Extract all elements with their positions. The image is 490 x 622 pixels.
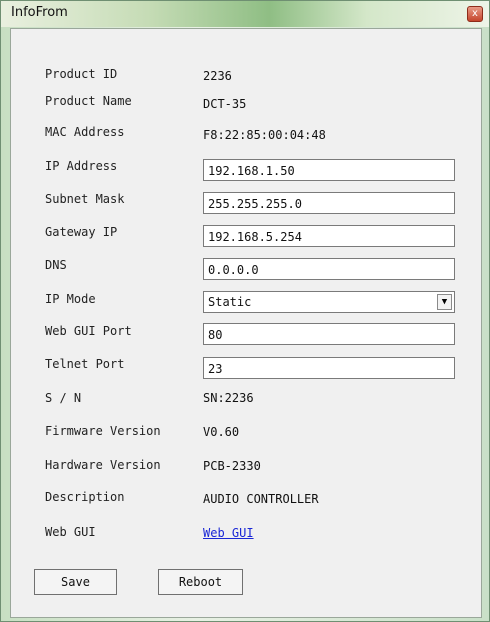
- mac-address-value: F8:22:85:00:04:48: [203, 128, 326, 142]
- close-icon: x: [472, 8, 478, 19]
- save-button[interactable]: Save: [34, 569, 117, 595]
- serial-number-value: SN:2236: [203, 391, 254, 405]
- web-gui-port-label: Web GUI Port: [45, 324, 132, 338]
- product-name-label: Product Name: [45, 94, 132, 108]
- subnet-mask-label: Subnet Mask: [45, 192, 125, 206]
- title-bar[interactable]: InfoFrom x: [1, 1, 489, 27]
- description-value: AUDIO CONTROLLER: [203, 492, 319, 506]
- serial-number-label: S / N: [45, 391, 82, 405]
- reboot-button[interactable]: Reboot: [158, 569, 243, 595]
- hardware-version-value: PCB-2330: [203, 459, 261, 473]
- dns-label: DNS: [45, 258, 67, 272]
- ip-address-input[interactable]: 192.168.1.50: [203, 159, 455, 181]
- ip-mode-select[interactable]: Static ▼: [203, 291, 455, 313]
- ip-mode-label: IP Mode: [45, 292, 96, 306]
- gateway-ip-input[interactable]: 192.168.5.254: [203, 225, 455, 247]
- gateway-ip-label: Gateway IP: [45, 225, 118, 239]
- mac-address-label: MAC Address: [45, 125, 125, 139]
- web-gui-port-input[interactable]: 80: [203, 323, 455, 345]
- product-id-value: 2236: [203, 69, 232, 83]
- ip-mode-selected-value: Static: [208, 295, 252, 309]
- product-id-label: Product ID: [45, 67, 118, 81]
- dns-input[interactable]: 0.0.0.0: [203, 258, 455, 280]
- subnet-mask-input[interactable]: 255.255.255.0: [203, 192, 455, 214]
- web-gui-label: Web GUI: [45, 525, 96, 539]
- firmware-version-value: V0.60: [203, 425, 240, 439]
- telnet-port-input[interactable]: 23: [203, 357, 455, 379]
- hardware-version-label: Hardware Version: [45, 458, 161, 472]
- chevron-down-icon[interactable]: ▼: [437, 294, 452, 310]
- product-name-value: DCT-35: [203, 97, 247, 111]
- telnet-port-label: Telnet Port: [45, 357, 125, 371]
- close-button[interactable]: x: [467, 6, 483, 22]
- web-gui-link[interactable]: Web GUI: [203, 526, 254, 540]
- infofrom-window: InfoFrom x Product ID 2236 Product Name …: [0, 0, 490, 622]
- description-label: Description: [45, 490, 125, 504]
- ip-address-label: IP Address: [45, 159, 118, 173]
- window-title: InfoFrom: [11, 5, 68, 20]
- firmware-version-label: Firmware Version: [45, 424, 161, 438]
- info-panel: Product ID 2236 Product Name DCT-35 MAC …: [10, 28, 482, 618]
